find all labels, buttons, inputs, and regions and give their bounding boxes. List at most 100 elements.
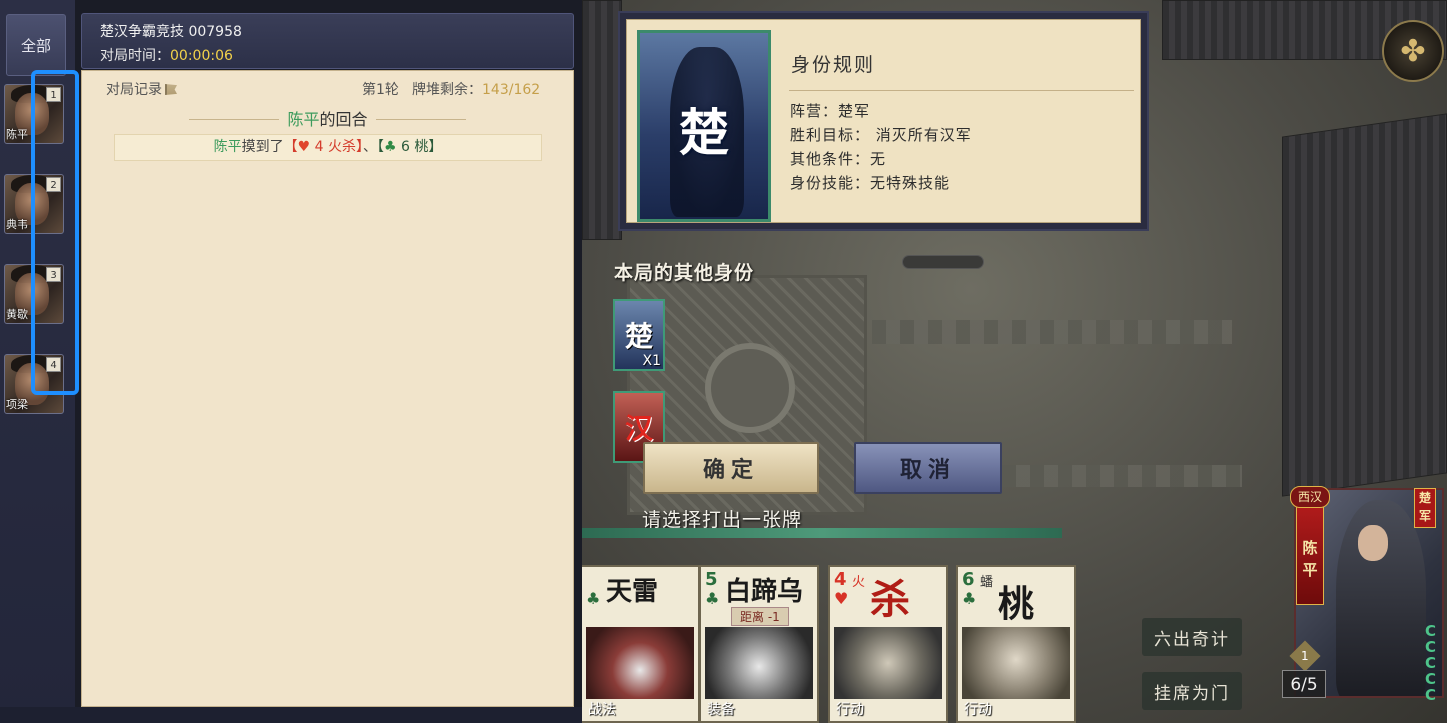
player-name: 黄歇 xyxy=(6,308,28,321)
club-suit-icon: ♣ xyxy=(384,139,397,155)
turn-player: 陈平 xyxy=(287,110,320,129)
card-art xyxy=(586,627,694,699)
hp-counter: 6/5 xyxy=(1282,670,1326,698)
card-number: 6 xyxy=(962,569,975,590)
log-records-text: 对局记录 xyxy=(106,82,162,98)
log-entry-card2: 6 桃 xyxy=(401,139,429,155)
hp-pip-icon: C xyxy=(1425,622,1437,640)
log-records-label: 对局记录 xyxy=(106,79,177,99)
faction-badge: 楚军 xyxy=(1414,488,1436,528)
player-name-banner: 陈平 xyxy=(1296,500,1324,605)
flag-icon xyxy=(165,84,177,95)
role-card-chu: 楚 X1 xyxy=(613,299,665,371)
match-title: 楚汉争霸竞技 007958 xyxy=(100,24,242,40)
heart-suit-icon: ♥ xyxy=(297,139,311,155)
role-rule-card: 楚 身份规则 阵营：楚军 胜利目标： 消灭所有汉军 其他条件：无 身份技能：无特… xyxy=(618,11,1149,231)
portrait-character: 楚 xyxy=(679,104,729,162)
log-header: 楚汉争霸竞技 007958 对局时间：00:00:06 xyxy=(81,13,574,69)
panel-divider xyxy=(575,0,582,723)
player-name: 陈平 xyxy=(6,128,28,141)
card-art xyxy=(705,627,813,699)
log-entry-card1: 4 火杀 xyxy=(314,139,356,155)
bottom-bar xyxy=(0,707,582,723)
tab-all[interactable]: 全部 xyxy=(6,14,66,76)
card-distance-tag: 距离 -1 xyxy=(731,607,789,626)
menu-knot-icon[interactable]: ✤ xyxy=(1382,20,1444,82)
hand-bar xyxy=(582,528,1062,538)
match-time-label: 对局时间： xyxy=(100,48,170,64)
role-portrait: 楚 xyxy=(637,30,771,222)
match-time: 对局时间：00:00:06 xyxy=(100,45,233,65)
bracket-close: 】 xyxy=(356,139,363,155)
skill-button-liuchuqiji[interactable]: 六出奇计 xyxy=(1142,618,1242,656)
role-glyph: 汉 xyxy=(624,412,653,445)
deck-remaining: 牌堆剩余：143/162 xyxy=(412,79,540,99)
skill-button-guaxiweimen[interactable]: 挂席为门 xyxy=(1142,672,1242,710)
hand-card-bailuwu[interactable]: 5 ♣ 白蹄乌 距离 -1 装备 xyxy=(699,565,819,723)
card-prefix: 蟠 xyxy=(980,575,994,590)
player-list-strip: 全部 1 陈平 2 典韦 3 黄歇 4 项梁 xyxy=(0,0,79,723)
role-count: X1 xyxy=(642,353,662,369)
hp-pip-icon: C xyxy=(1425,670,1437,688)
card-art xyxy=(834,627,942,699)
bracket-open: 【 xyxy=(283,139,298,155)
card-name: 天雷 xyxy=(606,577,659,607)
rule-card-body: 楚 身份规则 阵营：楚军 胜利目标： 消灭所有汉军 其他条件：无 身份技能：无特… xyxy=(626,19,1141,223)
hand-card-huosha[interactable]: 4 ♥ 火 杀 行动 xyxy=(828,565,948,723)
roof-right xyxy=(1282,113,1447,497)
log-panel[interactable]: 对局记录 第1轮 牌堆剩余：143/162 陈平的回合 陈平摸到了【♥ 4 火杀… xyxy=(81,70,574,707)
other-roles-title: 本局的其他身份 xyxy=(614,262,755,284)
card-name: 桃 xyxy=(998,583,1035,625)
club-suit-icon: ♣ xyxy=(962,589,977,608)
log-entry-separator: 、 xyxy=(363,139,377,155)
turn-suffix: 的回合 xyxy=(319,110,368,129)
hp-pip-icon: C xyxy=(1425,654,1437,672)
heart-suit-icon: ♥ xyxy=(834,589,849,608)
rule-victory: 胜利目标： 消灭所有汉军 xyxy=(790,126,972,144)
divider-ornament xyxy=(375,119,466,120)
confirm-button[interactable]: 确定 xyxy=(643,442,819,494)
game-board: ✤ 楚 身份规则 阵营：楚军 胜利目标： 消灭所有汉军 其他条件：无 身份技能：… xyxy=(582,0,1447,723)
log-entry-player: 陈平 xyxy=(213,139,242,155)
player-name: 典韦 xyxy=(6,218,28,231)
card-number: 4 xyxy=(834,569,847,590)
log-entry-verb: 摸到了 xyxy=(241,139,284,155)
card-name: 杀 xyxy=(870,576,910,623)
divider-ornament xyxy=(189,119,280,120)
player-face xyxy=(1358,525,1388,561)
card-type: 行动 xyxy=(836,702,864,718)
hp-pip-icon: C xyxy=(1425,638,1437,656)
selection-highlight xyxy=(31,70,79,395)
card-name: 白蹄乌 xyxy=(725,577,804,607)
card-type: 装备 xyxy=(707,702,735,718)
card-art xyxy=(962,627,1070,699)
card-number: 5 xyxy=(705,569,718,590)
club-suit-icon: ♣ xyxy=(586,589,601,608)
round-label: 第1轮 xyxy=(362,82,399,98)
hand-card-tianlei[interactable]: ♣ 天雷 战法 xyxy=(582,565,700,723)
rule-title: 身份规则 xyxy=(791,54,876,76)
roof-left xyxy=(582,0,622,240)
kingdom-label: 西汉 xyxy=(1290,486,1330,508)
bracket-close: 】 xyxy=(428,139,443,155)
card-type: 行动 xyxy=(964,702,992,718)
courtyard-circle xyxy=(705,343,795,433)
match-time-value: 00:00:06 xyxy=(170,48,233,64)
club-suit-icon: ♣ xyxy=(705,589,720,608)
deck-remaining-value: 143/162 xyxy=(482,82,541,98)
log-entry: 陈平摸到了【♥ 4 火杀】、【♣ 6 桃】 xyxy=(114,134,542,161)
wall-pattern xyxy=(1002,465,1242,487)
rule-skill: 身份技能：无特殊技能 xyxy=(790,174,951,192)
rule-conditions: 其他条件：无 xyxy=(790,150,887,168)
hp-pip-icon: C xyxy=(1425,686,1437,704)
cancel-button[interactable]: 取消 xyxy=(854,442,1002,494)
status-pill xyxy=(902,255,984,269)
level-value: 1 xyxy=(1301,648,1309,663)
hand-card-tao[interactable]: 6 ♣ 蟠 桃 行动 xyxy=(956,565,1076,723)
rule-faction: 阵营：楚军 xyxy=(790,102,871,120)
rule-divider xyxy=(789,90,1134,91)
bracket-open: 【 xyxy=(377,139,384,155)
card-type: 战法 xyxy=(588,702,616,718)
card-prefix: 火 xyxy=(852,575,866,590)
player-name: 项梁 xyxy=(6,398,28,411)
